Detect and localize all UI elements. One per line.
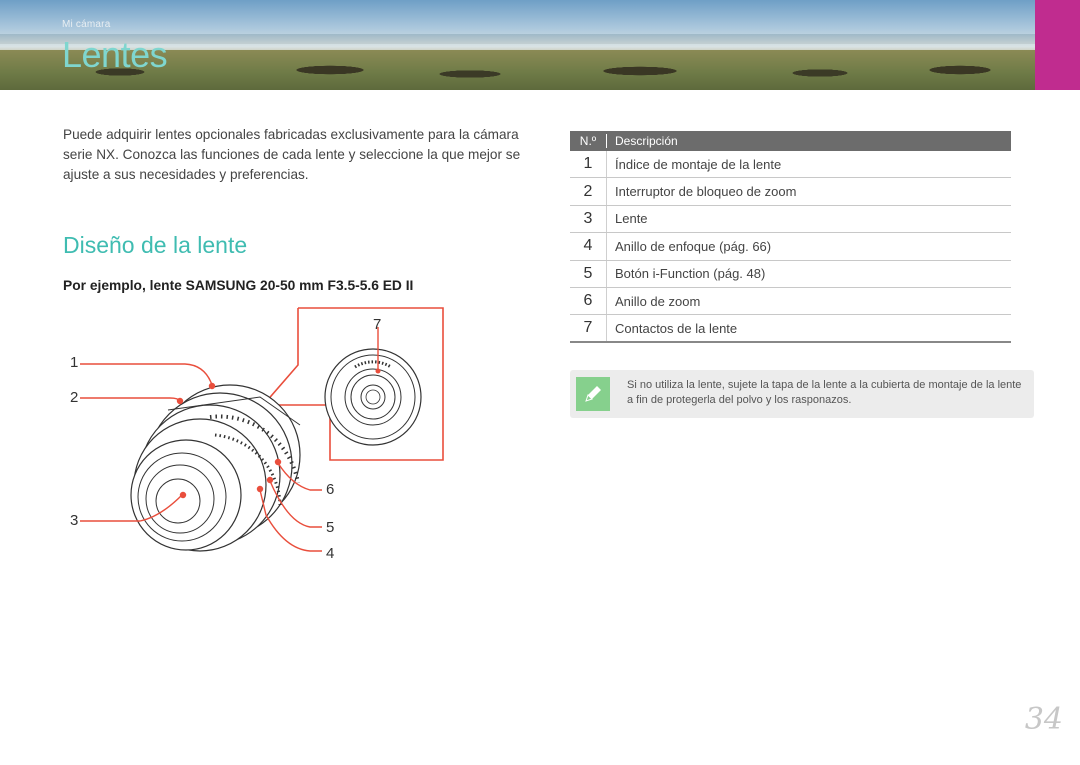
row-description: Interruptor de bloqueo de zoom (615, 184, 797, 200)
row-number: 2 (570, 178, 607, 205)
lens-front-body (130, 384, 301, 552)
row-description: Anillo de enfoque (pág. 66) (615, 238, 772, 254)
row-description: Contactos de la lente (615, 320, 738, 336)
row-number: 3 (570, 205, 607, 233)
example-caption: Por ejemplo, lente SAMSUNG 20-50 mm F3.5… (63, 278, 414, 293)
table-row: 2 Interruptor de bloqueo de zoom (570, 178, 1011, 206)
table-row: 6 Anillo de zoom (570, 287, 1011, 316)
lens-illustration (80, 307, 444, 552)
page-title: Lentes (62, 34, 168, 75)
row-number: 1 (570, 151, 607, 178)
row-number: 4 (570, 233, 607, 260)
row-description: Lente (615, 211, 648, 227)
table-row: 3 Lente (570, 205, 1011, 234)
callout-1: 1 (70, 354, 79, 371)
table-row: 5 Botón i-Function (pág. 48) (570, 260, 1011, 288)
table-row: 4 Anillo de enfoque (pág. 66) (570, 233, 1011, 261)
lens-figure: 1 2 3 4 5 6 7 (60, 305, 460, 575)
table-row: 7 Contactos de la lente (570, 315, 1011, 343)
callout-3: 3 (70, 512, 79, 529)
section-title: Diseño de la lente (63, 232, 248, 258)
pencil-note-icon (576, 377, 610, 411)
table-row: 1 Índice de montaje de la lente (570, 151, 1011, 179)
page-number: 34 (1024, 702, 1063, 737)
parts-table: N.º Descripción 1 Índice de montaje de l… (570, 131, 1011, 343)
table-header: N.º Descripción (570, 131, 1011, 151)
header-description: Descripción (615, 134, 678, 148)
lens-rear-view (324, 327, 422, 446)
row-number: 6 (570, 287, 607, 315)
breadcrumb: Mi cámara (62, 19, 111, 30)
note-text: Si no utiliza la lente, sujete la tapa d… (627, 379, 1022, 406)
header-number: N.º (570, 134, 607, 148)
row-number: 5 (570, 260, 607, 287)
note-box: Si no utiliza la lente, sujete la tapa d… (570, 370, 1034, 418)
row-description: Índice de montaje de la lente (615, 156, 782, 172)
row-description: Anillo de zoom (615, 293, 701, 309)
callout-2: 2 (70, 389, 79, 406)
callout-6: 6 (326, 481, 335, 498)
row-description: Botón i-Function (pág. 48) (615, 266, 766, 282)
intro-paragraph: Puede adquirir lentes opcionales fabrica… (63, 127, 521, 182)
row-number: 7 (570, 315, 607, 341)
callout-7: 7 (373, 316, 382, 333)
callout-5: 5 (326, 519, 335, 536)
callout-4: 4 (326, 545, 335, 562)
chapter-accent-block (1035, 0, 1080, 90)
